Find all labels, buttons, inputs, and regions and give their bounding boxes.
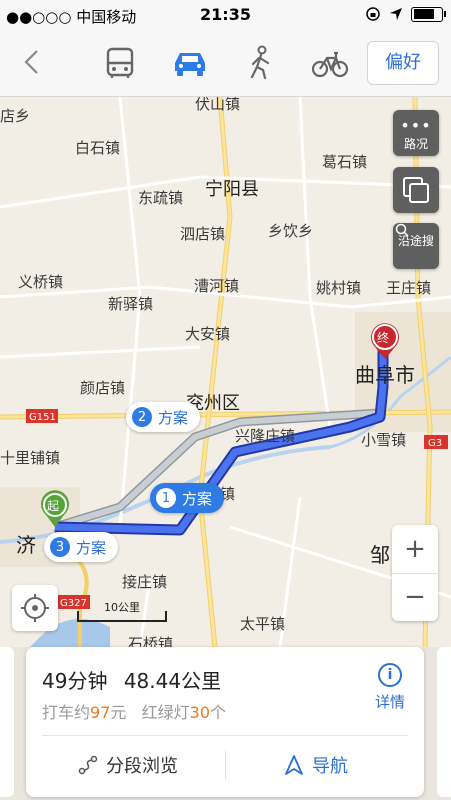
place-label: 店乡 [0,107,31,125]
route-label: 方案 [76,538,107,557]
traffic-icon: ••• [400,116,432,135]
segment-browse-button[interactable]: 分段浏览 [78,747,178,783]
route-option-3[interactable]: 3 方案 [44,532,119,562]
place-label: 接庄镇 [122,573,168,591]
segment-browse-label: 分段浏览 [106,756,178,777]
route-segments-icon [78,755,98,775]
svg-text:G327: G327 [60,598,87,609]
next-card-edge[interactable] [437,647,451,797]
location-arrow-icon [390,8,402,20]
place-label: 大安镇 [185,325,231,343]
place-label: 泗店镇 [180,225,226,243]
scale-bar: 10公里 [77,601,167,622]
battery-icon [411,6,446,22]
navigate-label: 导航 [312,756,348,777]
taxi-suffix: 元 [110,703,127,722]
locate-button[interactable] [12,585,58,631]
status-icons [365,6,446,22]
map-view[interactable]: G151 G3 G327 起 终 10公里 伏山镇 店乡 白石镇 葛石镇 宁阳县… [0,97,451,647]
route-summary: 49分钟 48.44公里 [42,665,231,694]
layers-icon [403,177,429,203]
place-label: 曲阜市 [355,363,415,387]
place-label: 义桥镇 [18,273,64,291]
duration: 49分钟 [42,669,108,693]
place-label: 十里铺镇 [0,449,61,467]
detail-label: 详情 [374,693,405,711]
route-label: 方案 [158,408,189,427]
search-along-button[interactable]: 沿途搜 [393,223,439,269]
place-label: 王庄镇 [386,279,432,297]
traffic-button[interactable]: ••• 路况 [393,110,439,156]
taxi-price: 97 [90,703,111,722]
lock-rotation-icon [366,7,380,21]
road-shield-g151: G151 [26,409,58,423]
svg-text:G151: G151 [29,412,56,423]
layers-button[interactable] [393,167,439,213]
action-divider [225,751,226,779]
place-label: 石桥镇 [128,635,174,647]
bus-icon[interactable] [100,43,140,83]
zoom-out-button[interactable]: − [392,574,438,621]
place-label: 颜店镇 [80,379,126,397]
place-label: 漕河镇 [194,277,240,295]
place-label: 东疏镇 [138,189,184,207]
navigate-button[interactable]: 导航 [284,747,348,783]
place-label: 姚村镇 [316,279,362,297]
preference-button[interactable]: 偏好 [367,41,439,85]
route-option-2[interactable]: 2 方案 [126,402,201,432]
route-summary-area: 49分钟 48.44公里 打车约97元 红绿灯30个 i 详情 分段浏览 导航 [0,647,451,800]
place-label: 小雪镇 [361,431,407,449]
zoom-control: + − [392,525,438,621]
distance: 48.44公里 [123,669,222,693]
route-summary-card[interactable]: 49分钟 48.44公里 打车约97元 红绿灯30个 i 详情 分段浏览 导航 [26,647,424,797]
route-number: 2 [132,407,152,427]
place-label: 济 [16,533,36,557]
place-label: 葛石镇 [322,153,368,171]
place-label: 太平镇 [240,615,286,633]
place-label: 新驿镇 [108,295,154,313]
car-icon[interactable] [170,43,210,83]
navigation-arrow-icon [285,755,303,775]
bike-icon[interactable] [310,43,350,83]
svg-text:起: 起 [47,499,59,513]
walk-icon[interactable] [240,43,280,83]
zoom-in-button[interactable]: + [392,525,438,574]
place-label: 兴隆庄镇 [235,427,296,445]
route-label: 方案 [182,489,213,508]
place-label: 宁阳县 [205,179,259,200]
status-bar: ●●○○○ 中国移动 21:35 [0,0,451,30]
lights-suffix: 个 [210,703,227,722]
locate-icon [21,594,49,622]
place-label: 白石镇 [75,139,121,157]
svg-text:10公里: 10公里 [104,601,140,614]
route-number: 1 [156,488,176,508]
route-costs: 打车约97元 红绿灯30个 [42,699,226,723]
search-icon [395,223,409,237]
place-label: 乡饮乡 [268,222,314,240]
svg-text:终: 终 [377,330,389,345]
taxi-prefix: 打车约 [42,703,91,722]
traffic-label: 路况 [403,137,428,151]
route-option-1[interactable]: 1 方案 [150,483,225,513]
route-number: 3 [50,537,70,557]
place-label: 邹 [370,543,390,567]
divider [42,735,408,736]
lights-prefix: 红绿灯 [141,703,190,722]
prev-card-edge[interactable] [0,647,14,797]
info-icon: i [378,663,402,687]
road-shield-g327: G327 [58,595,90,609]
lights-count: 30 [189,703,211,722]
place-label: 伏山镇 [195,97,241,113]
svg-text:G3: G3 [428,438,442,449]
detail-button[interactable]: i 详情 [370,663,410,712]
transport-mode-bar: 偏好 [0,30,451,97]
road-shield-g3: G3 [424,435,448,449]
back-icon[interactable] [14,44,50,80]
